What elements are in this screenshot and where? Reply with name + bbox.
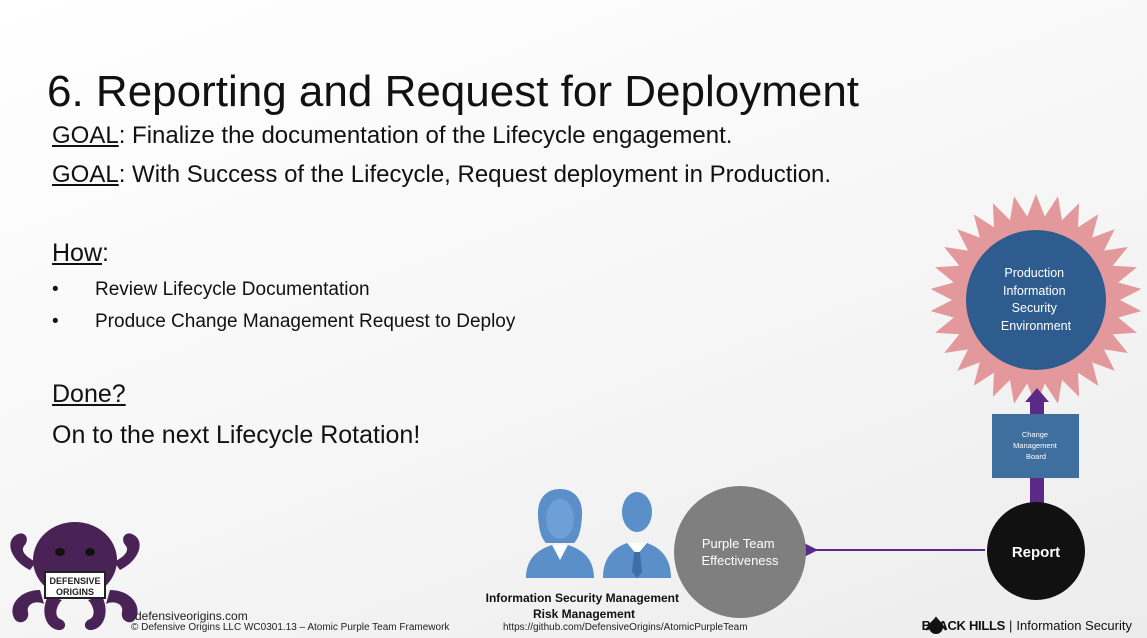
male-person-icon: [603, 492, 671, 578]
report-label: Report: [1012, 544, 1060, 561]
purple-team-label-line: Effectiveness: [701, 553, 779, 568]
footer-site[interactable]: defensiveorigins.com: [135, 609, 248, 623]
production-label-line: Production: [1004, 266, 1064, 280]
production-label-line: Information: [1003, 284, 1066, 298]
people-caption: Information Security Management Risk Man…: [486, 591, 683, 621]
female-person-icon: [526, 489, 594, 578]
deployment-diagram: Production Information Security Environm…: [10, 194, 1142, 634]
footer-url[interactable]: https://github.com/DefensiveOrigins/Atom…: [503, 622, 748, 633]
change-board-label-line: Change: [1022, 430, 1048, 439]
production-label-line: Environment: [1001, 319, 1072, 333]
logo-line: DEFENSIVE: [49, 576, 100, 586]
purple-team-label-line: Purple Team: [702, 536, 775, 551]
defensive-origins-logo: DEFENSIVE ORIGINS: [10, 522, 140, 631]
black-hills-name: BLACK HILLS: [921, 618, 1006, 633]
black-hills-separator: |: [1009, 618, 1013, 633]
change-board-label-line: Board: [1026, 452, 1046, 461]
people-caption-line: Risk Management: [533, 607, 635, 621]
logo-line: ORIGINS: [56, 587, 94, 597]
footer-copyright: © Defensive Origins LLC WC0301.13 – Atom…: [131, 622, 450, 633]
production-environment-circle: [966, 230, 1106, 370]
change-board-label-line: Management: [1013, 441, 1058, 450]
people-caption-line: Information Security Management: [486, 591, 679, 605]
purple-team-effectiveness-circle: [674, 486, 806, 618]
up-arrow-icon: [1025, 388, 1049, 402]
production-label-line: Security: [1012, 301, 1058, 315]
footer-black-hills: BLACK HILLS | Information Security: [900, 618, 1132, 633]
black-hills-subtitle: Information Security: [1016, 618, 1132, 633]
